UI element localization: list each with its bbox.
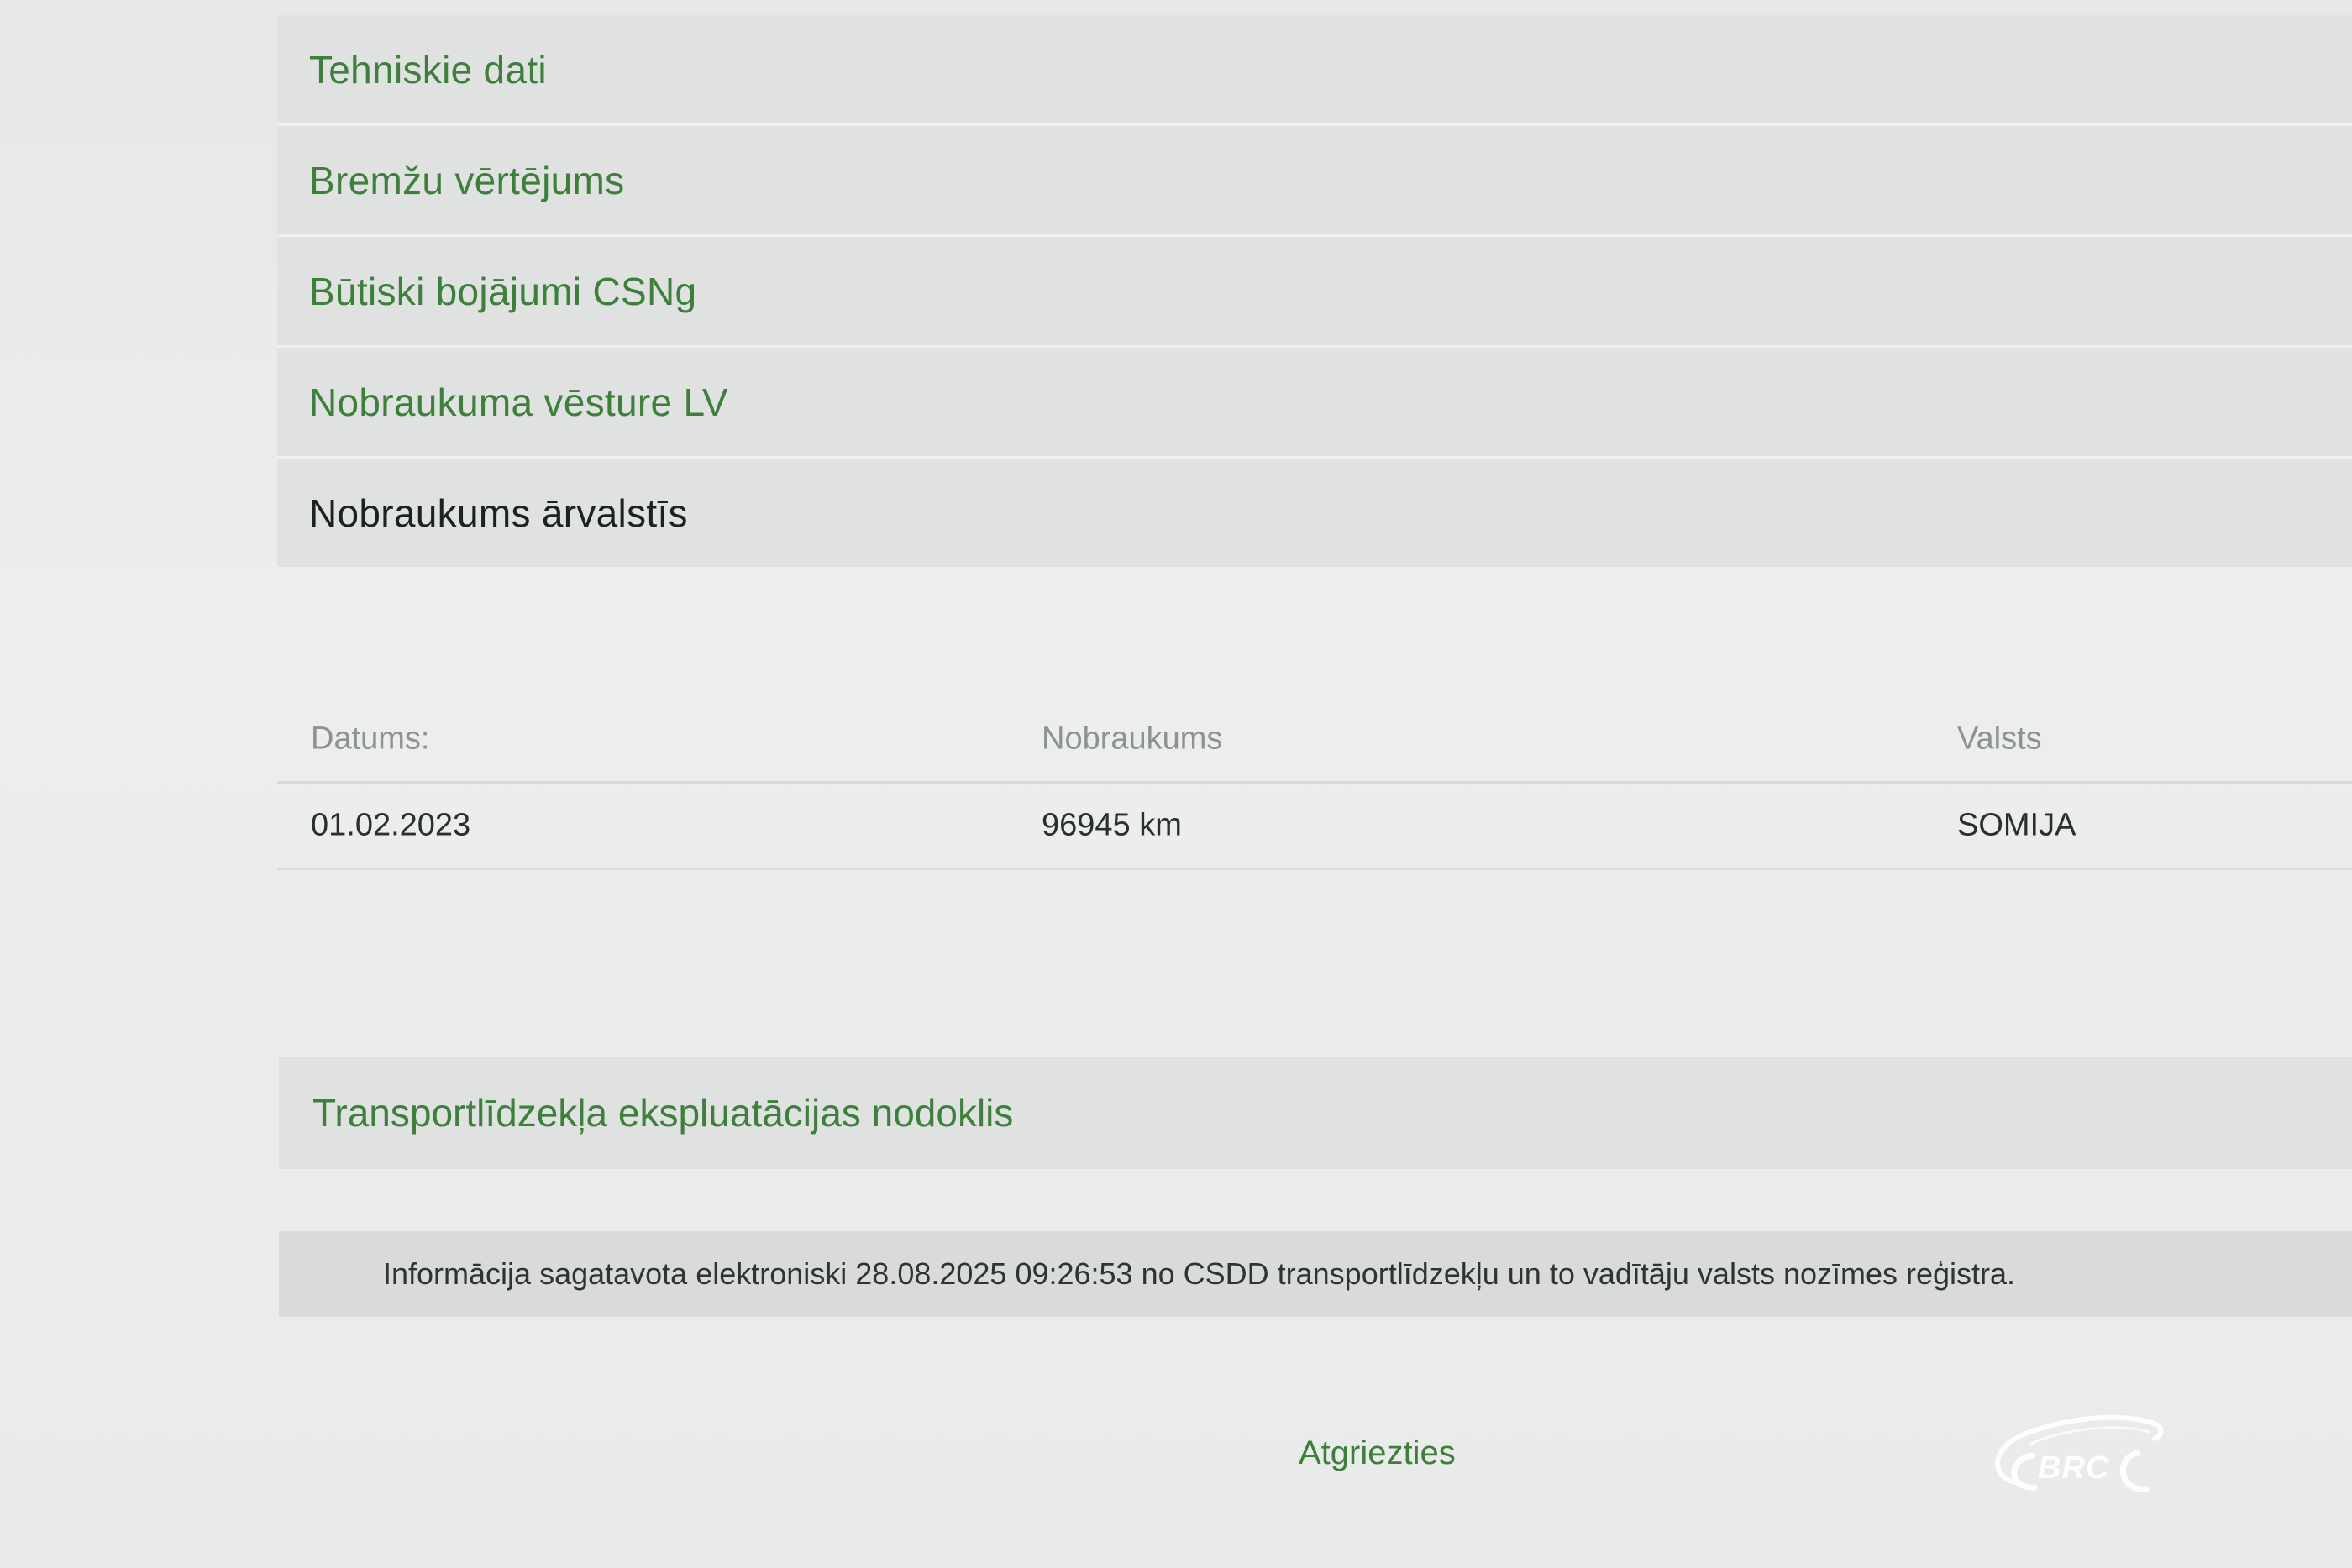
- accordion-item-label: Transportlīdzekļa ekspluatācijas nodokli…: [312, 1091, 1014, 1135]
- accordion-item-mileage-abroad[interactable]: Nobraukums ārvalstīs: [277, 459, 2352, 569]
- column-header-mileage: Nobraukums: [1042, 721, 1223, 757]
- back-link[interactable]: Atgriezties: [1299, 1434, 1456, 1472]
- cell-country: SOMIJA: [1957, 807, 2076, 843]
- accordion-item-label: Nobraukums ārvalstīs: [309, 490, 688, 535]
- info-notice-text: Informācija sagatavota elektroniski 28.0…: [383, 1256, 2016, 1291]
- report-accordion: Tehniskie dati Bremžu vērtējums Būtiski …: [277, 15, 2352, 569]
- mileage-abroad-table: Datums: Nobraukums Valsts 01.02.2023 969…: [277, 697, 2352, 870]
- accordion-item-major-damage[interactable]: Būtiski bojājumi CSNg: [277, 237, 2352, 348]
- brc-logo: BRC: [1982, 1398, 2176, 1508]
- accordion-item-label: Būtiski bojājumi CSNg: [309, 269, 697, 313]
- page: Tehniskie dati Bremžu vērtējums Būtiski …: [0, 0, 2352, 1568]
- accordion-item-mileage-history-lv[interactable]: Nobraukuma vēsture LV: [277, 348, 2352, 459]
- cell-mileage: 96945 km: [1042, 807, 1182, 843]
- column-header-country: Valsts: [1957, 721, 2042, 757]
- accordion-item-operation-tax[interactable]: Transportlīdzekļa ekspluatācijas nodokli…: [279, 1057, 2352, 1169]
- cell-date: 01.02.2023: [311, 807, 471, 843]
- table-header-row: Datums: Nobraukums Valsts: [277, 697, 2352, 784]
- table-row: 01.02.2023 96945 km SOMIJA: [277, 784, 2352, 870]
- info-notice: Informācija sagatavota elektroniski 28.0…: [279, 1231, 2352, 1317]
- accordion-item-label: Nobraukuma vēsture LV: [309, 380, 728, 424]
- accordion-item-technical-data[interactable]: Tehniskie dati: [277, 15, 2352, 126]
- column-header-date: Datums:: [311, 721, 430, 757]
- accordion-item-label: Tehniskie dati: [309, 47, 547, 92]
- accordion-item-brake-rating[interactable]: Bremžu vērtējums: [277, 126, 2352, 237]
- accordion-item-label: Bremžu vērtējums: [309, 158, 625, 202]
- brc-logo-text: BRC: [2038, 1450, 2110, 1486]
